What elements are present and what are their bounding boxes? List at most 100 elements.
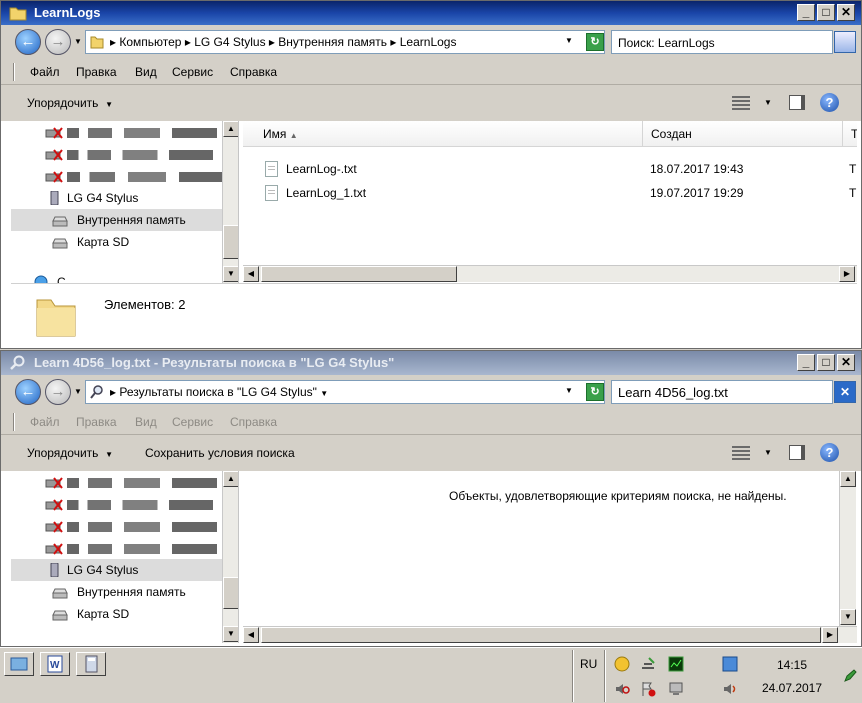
forward-button[interactable]: → xyxy=(45,29,71,55)
file-row[interactable]: LearnLog-.txt 18.07.2017 19:43 Т xyxy=(243,157,857,181)
taskbar-button-word[interactable]: W xyxy=(40,652,70,676)
help-tray-icon[interactable] xyxy=(722,656,738,672)
taskbar-button-show-desktop[interactable] xyxy=(4,652,34,676)
scroll-up-icon[interactable]: ▲ xyxy=(223,471,238,487)
address-field[interactable]: ▸ Компьютер ▸ LG G4 Stylus ▸ Внутренняя … xyxy=(85,30,605,54)
language-indicator[interactable]: RU xyxy=(580,657,597,671)
scroll-thumb[interactable] xyxy=(223,225,238,259)
menu-help[interactable]: Справка xyxy=(230,415,277,429)
preview-pane-icon[interactable] xyxy=(789,95,805,110)
volume-icon[interactable] xyxy=(722,681,738,697)
tree-item-hidden-2[interactable] xyxy=(11,493,223,515)
scroll-up-icon[interactable]: ▲ xyxy=(840,471,856,487)
clock-date[interactable]: 24.07.2017 xyxy=(744,681,840,695)
network-icon[interactable] xyxy=(640,656,656,672)
column-name[interactable]: Имя ▲ xyxy=(243,121,643,147)
views-icon[interactable] xyxy=(732,96,750,110)
tree-item-network[interactable]: С xyxy=(11,271,223,283)
pen-icon[interactable] xyxy=(842,668,858,684)
menu-view[interactable]: Вид xyxy=(135,65,157,79)
back-button[interactable]: ← xyxy=(15,29,41,55)
history-dropdown-icon[interactable]: ▼ xyxy=(74,387,82,396)
tree-item-hidden-3[interactable] xyxy=(11,515,223,537)
preview-pane-icon[interactable] xyxy=(789,445,805,460)
scroll-thumb[interactable] xyxy=(223,577,238,609)
back-button[interactable]: ← xyxy=(15,379,41,405)
tree-item-hidden-4[interactable] xyxy=(11,537,223,559)
scroll-up-icon[interactable]: ▲ xyxy=(223,121,238,137)
help-icon[interactable]: ? xyxy=(820,93,839,112)
history-dropdown-icon[interactable]: ▼ xyxy=(74,37,82,46)
taskbar-button-calculator[interactable] xyxy=(76,652,106,676)
breadcrumb-search-results[interactable]: Результаты поиска в "LG G4 Stylus" xyxy=(119,385,317,399)
views-icon[interactable] xyxy=(732,446,750,460)
menu-tools[interactable]: Сервис xyxy=(172,415,213,429)
scroll-right-icon[interactable]: ▶ xyxy=(839,266,855,282)
breadcrumb-computer[interactable]: Компьютер xyxy=(119,35,181,49)
scroll-down-icon[interactable]: ▼ xyxy=(223,626,238,642)
scroll-right-icon[interactable]: ▶ xyxy=(822,627,838,643)
scroll-thumb[interactable] xyxy=(261,266,457,282)
breadcrumb-learnlogs[interactable]: LearnLogs xyxy=(400,35,457,49)
performance-monitor-icon[interactable] xyxy=(668,656,684,672)
breadcrumb-device[interactable]: LG G4 Stylus xyxy=(194,35,265,49)
nav-scrollbar[interactable]: ▲ ▼ xyxy=(222,471,238,643)
address-dropdown-icon[interactable]: ▼ xyxy=(565,386,573,395)
tree-item-sd-card[interactable]: Карта SD xyxy=(11,231,223,253)
tree-item-hidden-1[interactable] xyxy=(11,471,223,493)
tree-item-hidden-2[interactable] xyxy=(11,143,238,165)
scroll-left-icon[interactable]: ◀ xyxy=(243,627,259,643)
maximize-button[interactable]: □ xyxy=(817,354,835,371)
menu-file[interactable]: Файл xyxy=(30,65,60,79)
title-bar[interactable]: LearnLogs _ □ ✕ xyxy=(1,1,861,25)
tree-item-internal-memory[interactable]: Внутренняя память xyxy=(11,209,223,231)
search-input[interactable]: Поиск: LearnLogs xyxy=(611,30,833,54)
flag-error-icon[interactable] xyxy=(640,681,656,697)
menu-tools[interactable]: Сервис xyxy=(172,65,213,79)
menu-edit[interactable]: Правка xyxy=(76,415,117,429)
security-alert-icon[interactable] xyxy=(614,656,630,672)
views-dropdown-icon[interactable]: ▼ xyxy=(764,448,772,457)
tree-item-hidden-1[interactable] xyxy=(11,121,238,143)
menu-view[interactable]: Вид xyxy=(135,415,157,429)
tree-item-sd-card[interactable]: Карта SD xyxy=(11,603,223,625)
tree-item-lg-g4-stylus[interactable]: LG G4 Stylus xyxy=(11,187,238,209)
clock-time[interactable]: 14:15 xyxy=(744,658,840,672)
menu-help[interactable]: Справка xyxy=(230,65,277,79)
forward-button[interactable]: → xyxy=(45,379,71,405)
scroll-down-icon[interactable]: ▼ xyxy=(840,609,856,625)
minimize-button[interactable]: _ xyxy=(797,4,815,21)
file-horizontal-scrollbar[interactable]: ◀ ▶ xyxy=(243,265,857,282)
tree-item-internal-memory[interactable]: Внутренняя память xyxy=(11,581,223,603)
refresh-icon[interactable]: ↻ xyxy=(586,33,604,51)
organize-button[interactable]: Упорядочить ▼ xyxy=(27,446,113,460)
scroll-down-icon[interactable]: ▼ xyxy=(223,266,238,282)
close-button[interactable]: ✕ xyxy=(837,354,855,371)
scroll-left-icon[interactable]: ◀ xyxy=(243,266,259,282)
save-search-button[interactable]: Сохранить условия поиска xyxy=(145,446,295,460)
column-created[interactable]: Создан xyxy=(643,121,843,147)
address-dropdown-icon[interactable]: ▼ xyxy=(565,36,573,45)
tree-item-hidden-3[interactable] xyxy=(11,165,238,187)
scroll-thumb[interactable] xyxy=(261,627,821,643)
views-dropdown-icon[interactable]: ▼ xyxy=(764,98,772,107)
address-field[interactable]: ▸ Результаты поиска в "LG G4 Stylus" ▼ ▼ xyxy=(85,380,605,404)
muted-sound-icon[interactable] xyxy=(614,681,630,697)
maximize-button[interactable]: □ xyxy=(817,4,835,21)
clear-search-icon[interactable]: ✕ xyxy=(834,381,856,403)
results-horizontal-scrollbar[interactable]: ◀ ▶ xyxy=(243,626,857,643)
column-type[interactable]: Т xyxy=(843,121,857,147)
tree-item-lg-g4-stylus[interactable]: LG G4 Stylus xyxy=(11,559,223,581)
help-icon[interactable]: ? xyxy=(820,443,839,462)
nav-scrollbar[interactable]: ▲ ▼ xyxy=(222,121,238,283)
refresh-icon[interactable]: ↻ xyxy=(586,383,604,401)
menu-file[interactable]: Файл xyxy=(30,415,60,429)
title-bar[interactable]: Learn 4D56_log.txt - Результаты поиска в… xyxy=(1,351,861,375)
file-row[interactable]: LearnLog_1.txt 19.07.2017 19:29 Т xyxy=(243,181,857,205)
chevron-down-icon[interactable]: ▼ xyxy=(320,389,328,398)
computer-icon[interactable] xyxy=(668,681,684,697)
minimize-button[interactable]: _ xyxy=(797,354,815,371)
organize-button[interactable]: Упорядочить ▼ xyxy=(27,96,113,110)
close-button[interactable]: ✕ xyxy=(837,4,855,21)
search-input[interactable]: Learn 4D56_log.txt xyxy=(611,380,833,404)
